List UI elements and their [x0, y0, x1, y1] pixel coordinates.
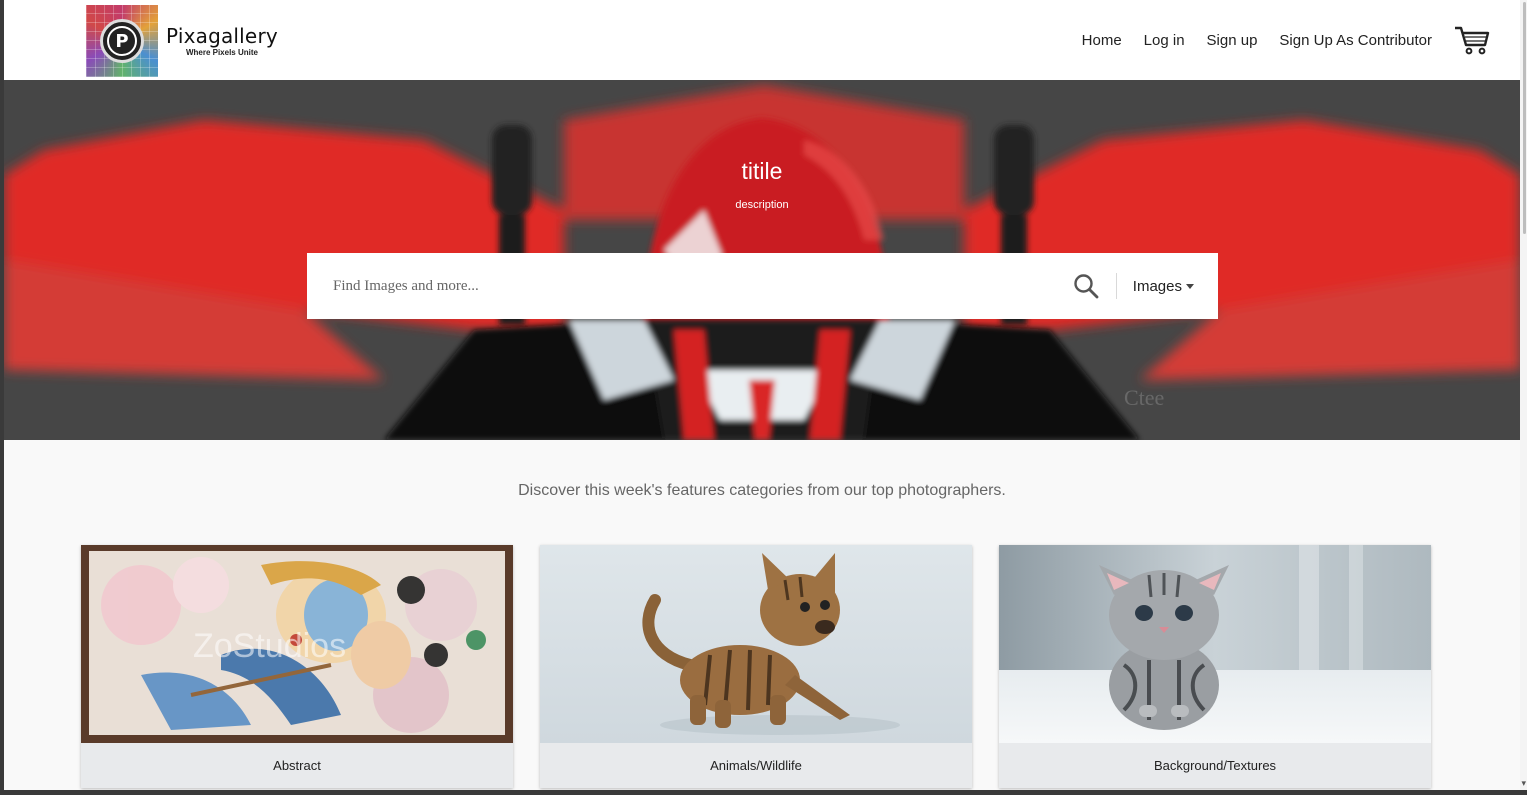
category-label-abstract: Abstract — [273, 758, 321, 773]
nav-login-link[interactable]: Log in — [1144, 32, 1185, 49]
category-label-animals-wildlife: Animals/Wildlife — [710, 758, 802, 773]
shopping-cart-icon[interactable] — [1454, 24, 1490, 56]
search-icon[interactable] — [1066, 266, 1106, 306]
vertical-scrollbar[interactable]: ▾ — [1520, 0, 1527, 795]
brand-logo[interactable]: P Pixagallery Where Pixels Unite — [86, 5, 278, 77]
search-type-dropdown[interactable]: Images — [1117, 253, 1218, 319]
category-cards: ZoStudios Abstract Animals/Wildlife Back… — [81, 545, 1431, 788]
category-image-abstract: ZoStudios — [81, 545, 513, 743]
category-card-animals-wildlife[interactable]: Animals/Wildlife — [540, 545, 972, 788]
scrollbar-thumb[interactable] — [1523, 2, 1526, 234]
nav-home-link[interactable]: Home — [1082, 32, 1122, 49]
brand-tagline: Where Pixels Unite — [185, 48, 258, 57]
site-header: P Pixagallery Where Pixels Unite Home Lo… — [4, 0, 1520, 80]
logo-letter: P — [107, 26, 137, 56]
brand-name: Pixagallery — [166, 24, 278, 48]
nav-contributor-signup-link[interactable]: Sign Up As Contributor — [1279, 32, 1432, 49]
hero-description: description — [735, 199, 789, 211]
main-nav: Home Log in Sign up Sign Up As Contribut… — [1060, 0, 1520, 80]
hero-banner: Ctee titile description Images — [4, 80, 1520, 440]
window-frame-bottom — [0, 790, 1527, 795]
search-input[interactable] — [307, 253, 1066, 319]
hero-title: titile — [741, 158, 783, 184]
scroll-down-arrow-icon[interactable]: ▾ — [1521, 779, 1526, 788]
category-card-abstract[interactable]: ZoStudios Abstract — [81, 545, 513, 788]
category-card-background-textures[interactable]: Background/Textures — [999, 545, 1431, 788]
category-image-animals-wildlife — [540, 545, 972, 743]
category-image-background-textures — [999, 545, 1431, 743]
category-label-background-textures: Background/Textures — [1153, 758, 1277, 773]
discover-heading: Discover this week's features categories… — [518, 482, 1006, 499]
nav-signup-link[interactable]: Sign up — [1207, 32, 1258, 49]
logo-mosaic-icon: P — [86, 5, 158, 77]
search-bar: Images — [307, 253, 1218, 319]
chevron-down-icon — [1186, 284, 1194, 289]
svg-text:Ctee: Ctee — [1124, 385, 1164, 410]
search-type-value: Images — [1132, 277, 1182, 295]
svg-text:ZoStudios: ZoStudios — [193, 627, 346, 665]
